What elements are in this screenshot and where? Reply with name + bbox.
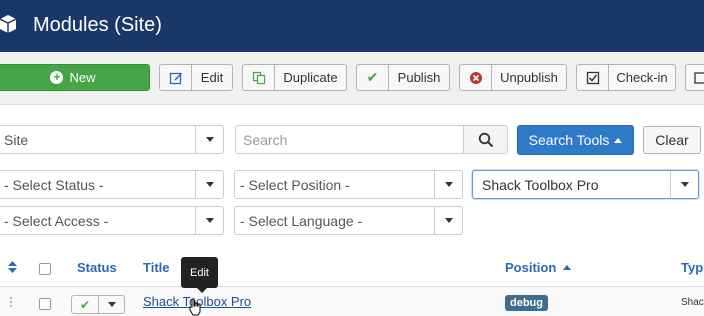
table-row: ✔ Shack Toolbox Pro debug Shac — [0, 286, 704, 316]
publish-button-label: Publish — [397, 70, 441, 85]
status-filter-select[interactable]: - Select Status - — [0, 170, 224, 199]
checkbox-icon — [577, 65, 609, 90]
type-column-header[interactable]: Typ — [681, 260, 703, 275]
access-filter-select[interactable]: - Select Access - — [0, 206, 224, 235]
chevron-down-icon — [195, 171, 223, 198]
page-header: Modules (Site) — [0, 0, 704, 52]
caret-up-icon — [614, 137, 623, 143]
status-dropdown-toggle[interactable] — [99, 296, 124, 313]
times-circle-icon — [460, 65, 492, 90]
search-button[interactable] — [463, 125, 508, 154]
position-badge: debug — [505, 295, 548, 311]
access-filter-value: - Select Access - — [4, 212, 109, 229]
edit-icon — [160, 65, 192, 90]
position-column-header[interactable]: Position — [505, 260, 571, 275]
chevron-down-icon — [434, 207, 462, 234]
search-tools-label: Search Tools — [528, 132, 610, 148]
edit-button[interactable]: Edit — [159, 64, 233, 91]
search-tools-button[interactable]: Search Tools — [517, 125, 634, 155]
published-check-icon[interactable]: ✔ — [72, 296, 99, 313]
page-title: Modules (Site) — [33, 14, 162, 36]
unpublish-button[interactable]: Unpublish — [459, 64, 567, 91]
check-in-button[interactable]: Check-in — [576, 64, 676, 91]
cube-icon — [0, 15, 17, 33]
unpublish-button-label: Unpublish — [500, 70, 558, 85]
status-toggle-group: ✔ — [71, 295, 125, 314]
module-type-filter-select[interactable]: Shack Toolbox Pro — [472, 170, 699, 199]
module-type-cell: Shac — [681, 297, 704, 308]
search-input[interactable]: Search — [235, 125, 464, 154]
chevron-down-icon — [195, 207, 223, 234]
client-select-value: Site — [4, 131, 29, 148]
edit-button-label: Edit — [200, 70, 224, 85]
copy-icon — [243, 65, 275, 90]
language-filter-select[interactable]: - Select Language - — [234, 206, 463, 235]
caret-up-icon — [562, 265, 571, 270]
toolbar: + New Edit Duplicate ✔ Publish Unpublish… — [0, 52, 704, 105]
new-button[interactable]: + New — [0, 64, 150, 91]
language-filter-value: - Select Language - — [240, 212, 363, 229]
options-icon — [686, 65, 704, 90]
duplicate-button[interactable]: Duplicate — [242, 64, 347, 91]
new-button-label: New — [69, 70, 96, 85]
row-checkbox[interactable] — [39, 298, 51, 310]
duplicate-button-label: Duplicate — [283, 70, 338, 85]
drag-handle-icon[interactable] — [9, 296, 13, 308]
position-filter-select[interactable]: - Select Position - — [234, 170, 463, 199]
sort-icon[interactable] — [8, 261, 17, 273]
check-in-button-label: Check-in — [616, 70, 668, 85]
edit-tooltip: Edit — [181, 257, 218, 293]
chevron-down-icon — [670, 171, 698, 198]
search-icon — [478, 132, 493, 147]
search-placeholder: Search — [243, 131, 288, 148]
publish-button[interactable]: ✔ Publish — [356, 64, 450, 91]
chevron-down-icon — [434, 171, 462, 198]
client-select[interactable]: Site — [0, 125, 224, 154]
table-header: Status Title Position Typ — [0, 252, 704, 284]
select-all-checkbox[interactable] — [39, 263, 51, 275]
module-type-filter-value: Shack Toolbox Pro — [482, 176, 599, 193]
title-column-header[interactable]: Title — [143, 260, 170, 275]
more-toolbar-button[interactable] — [685, 64, 704, 91]
chevron-down-icon — [195, 126, 223, 153]
hand-cursor-icon — [189, 298, 201, 316]
status-filter-value: - Select Status - — [4, 176, 104, 193]
position-filter-value: - Select Position - — [240, 176, 350, 193]
status-column-header[interactable]: Status — [77, 260, 117, 275]
check-icon: ✔ — [357, 65, 389, 90]
clear-button[interactable]: Clear — [643, 126, 701, 154]
plus-circle-icon: + — [50, 71, 64, 84]
position-column-label: Position — [505, 260, 557, 275]
